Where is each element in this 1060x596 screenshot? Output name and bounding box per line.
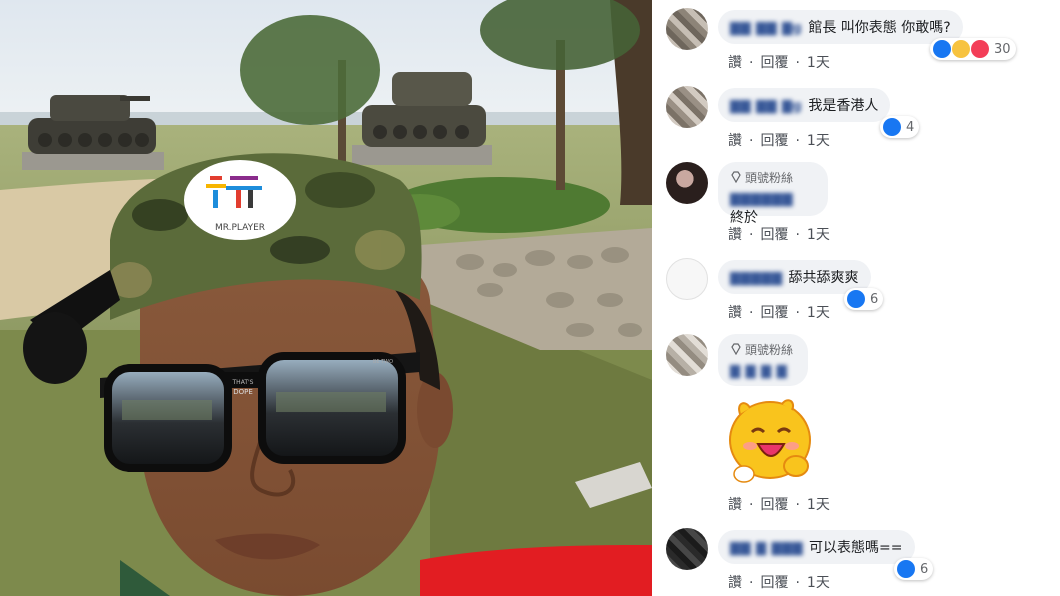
timestamp[interactable]: 1天 bbox=[807, 575, 830, 591]
diamond-icon bbox=[731, 343, 741, 355]
reply-link[interactable]: 回覆 bbox=[760, 305, 788, 321]
avatar[interactable] bbox=[666, 8, 708, 50]
comment-bubble: ▇▇ ▇ ▇▇▇ 可以表態嗎== bbox=[718, 530, 915, 564]
commenter-name[interactable]: ▇▇▇▇▇ bbox=[730, 271, 783, 286]
haha-reaction-icon bbox=[952, 40, 970, 58]
comment-text: 可以表態嗎== bbox=[809, 540, 903, 556]
timestamp[interactable]: 1天 bbox=[807, 227, 830, 243]
reaction-count: 6 bbox=[920, 561, 929, 577]
reaction-summary[interactable]: 6 bbox=[844, 288, 884, 310]
comments-panel: ▇▇ ▇▇ ▇g 館長 叫你表態 你敢嗎? 30 讚 · 回覆 · 1天 ▇▇ ▇▇ ▇g… bbox=[652, 0, 1060, 596]
comment-actions: 讚 · 回覆 · 1天 bbox=[728, 305, 830, 321]
reaction-count: 30 bbox=[994, 41, 1011, 57]
reply-link[interactable]: 回覆 bbox=[760, 227, 788, 243]
comment-actions: 讚 · 回覆 · 1天 bbox=[728, 55, 830, 71]
reaction-count: 6 bbox=[870, 291, 879, 307]
comment-text: 館長 叫你表態 你敢嗎? bbox=[808, 20, 951, 36]
timestamp[interactable]: 1天 bbox=[807, 497, 830, 513]
commenter-name[interactable]: ▇ ▇ ▇ ▇ bbox=[730, 364, 787, 379]
top-fan-badge: 頭號粉絲 bbox=[730, 341, 796, 358]
reply-link[interactable]: 回覆 bbox=[760, 133, 788, 149]
timestamp[interactable]: 1天 bbox=[807, 133, 830, 149]
timestamp[interactable]: 1天 bbox=[807, 55, 830, 71]
like-link[interactable]: 讚 bbox=[728, 227, 742, 243]
like-reaction-icon bbox=[933, 40, 951, 58]
comment-bubble: 頭號粉絲 ▇ ▇ ▇ ▇ bbox=[718, 334, 808, 386]
svg-text:THAT'S: THAT'S bbox=[232, 379, 254, 386]
svg-text:DOPE: DOPE bbox=[233, 388, 253, 396]
avatar[interactable] bbox=[666, 528, 708, 570]
reaction-summary[interactable]: 6 bbox=[894, 558, 934, 580]
cap-logo-text: MR.PLAYER bbox=[215, 223, 265, 233]
like-link[interactable]: 讚 bbox=[728, 133, 742, 149]
avatar[interactable] bbox=[666, 334, 708, 376]
like-link[interactable]: 讚 bbox=[728, 497, 742, 513]
reply-link[interactable]: 回覆 bbox=[760, 55, 788, 71]
svg-text:BE TWO: BE TWO bbox=[373, 359, 393, 365]
like-reaction-icon bbox=[883, 118, 901, 136]
commenter-name[interactable]: ▇▇ ▇▇ ▇g bbox=[730, 99, 802, 114]
comment-actions: 讚 · 回覆 · 1天 bbox=[728, 497, 830, 513]
like-link[interactable]: 讚 bbox=[728, 55, 742, 71]
smiling-blob-sticker bbox=[729, 399, 811, 483]
avatar[interactable] bbox=[666, 86, 708, 128]
avatar[interactable] bbox=[666, 258, 708, 300]
top-fan-badge: 頭號粉絲 bbox=[730, 169, 816, 186]
timestamp[interactable]: 1天 bbox=[807, 305, 830, 321]
reply-link[interactable]: 回覆 bbox=[760, 497, 788, 513]
comment-actions: 讚 · 回覆 · 1天 bbox=[728, 575, 830, 591]
love-reaction-icon bbox=[971, 40, 989, 58]
commenter-name[interactable]: ▇▇ ▇▇ ▇g bbox=[730, 21, 802, 36]
reaction-summary[interactable]: 4 bbox=[880, 116, 920, 138]
commenter-name[interactable]: ▇▇ ▇ ▇▇▇ bbox=[730, 541, 803, 556]
comment-actions: 讚 · 回覆 · 1天 bbox=[728, 227, 830, 243]
comment-bubble: ▇▇ ▇▇ ▇g 館長 叫你表態 你敢嗎? bbox=[718, 10, 963, 44]
comment-bubble: ▇▇ ▇▇ ▇g 我是香港人 bbox=[718, 88, 891, 122]
like-reaction-icon bbox=[897, 560, 915, 578]
reaction-count: 4 bbox=[906, 119, 915, 135]
comment-text: 舔共舔爽爽 bbox=[788, 270, 859, 286]
avatar[interactable] bbox=[666, 162, 708, 204]
comment-text: 我是香港人 bbox=[808, 98, 879, 114]
like-link[interactable]: 讚 bbox=[728, 575, 742, 591]
diamond-icon bbox=[731, 171, 741, 183]
reaction-summary[interactable]: 30 bbox=[930, 38, 1016, 60]
commenter-name[interactable]: ▇▇▇▇▇▇ bbox=[730, 192, 793, 207]
selfie-photo: MR.PLAYER THAT'S DOPE BE TWO bbox=[0, 0, 652, 596]
comment-bubble: 頭號粉絲 ▇▇▇▇▇▇終於 bbox=[718, 162, 828, 226]
reply-link[interactable]: 回覆 bbox=[760, 575, 788, 591]
like-reaction-icon bbox=[847, 290, 865, 308]
like-link[interactable]: 讚 bbox=[728, 305, 742, 321]
comment-bubble: ▇▇▇▇▇ 舔共舔爽爽 bbox=[718, 260, 871, 294]
comment-actions: 讚 · 回覆 · 1天 bbox=[728, 133, 830, 149]
